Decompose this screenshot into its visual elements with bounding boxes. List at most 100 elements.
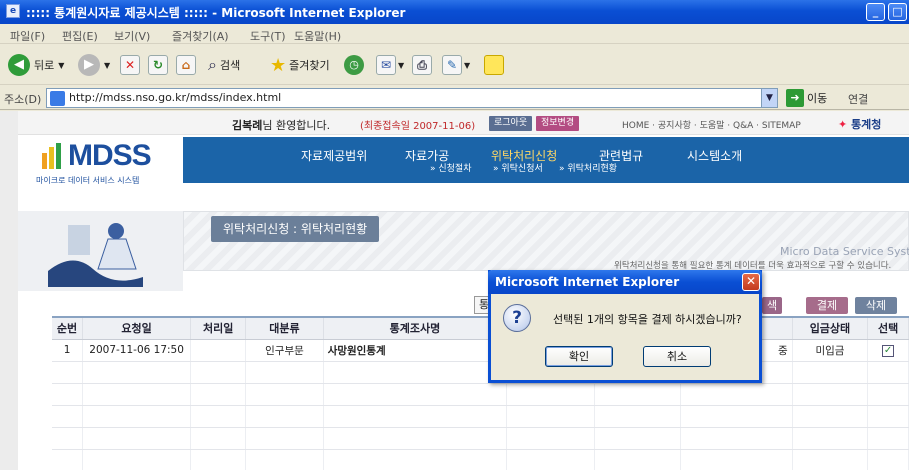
col-proc-date: 처리일 — [190, 316, 247, 340]
cell-empty — [245, 405, 324, 428]
messenger-button[interactable] — [484, 54, 504, 76]
cell-empty — [52, 405, 84, 428]
chevron-down-icon: ▼ — [58, 60, 65, 70]
edit-button[interactable]: ✎ ▼ — [442, 54, 470, 76]
search-button[interactable]: ⌕ 검색 — [208, 54, 240, 76]
back-button[interactable]: ◀ 뒤로 ▼ — [8, 54, 64, 76]
col-category: 대분류 — [245, 316, 324, 340]
menu-favorites[interactable]: 즐겨찾기(A) — [172, 28, 229, 44]
col-survey: 통계조사명 — [323, 316, 508, 340]
cell-empty — [82, 405, 192, 428]
mail-button[interactable]: ✉ ▼ — [376, 54, 404, 76]
cell-empty — [245, 361, 324, 384]
back-arrow-icon: ◀ — [8, 54, 30, 76]
toolbar: ◀ 뒤로 ▼ ▶ ▼ ✕ ↻ ⌂ ⌕ 검색 ★ 즐겨찾기 ◷ ✉ ▼ ⎙ ✎ ▼ — [0, 45, 909, 85]
cell-empty — [792, 449, 869, 470]
forward-arrow-icon: ▶ — [78, 54, 100, 76]
history-button[interactable]: ◷ — [344, 54, 364, 76]
cell-empty — [190, 449, 247, 470]
print-button[interactable]: ⎙ — [412, 54, 432, 76]
dialog-message: 선택된 1개의 항목을 결제 하시겠습니까? — [553, 313, 742, 326]
forward-button[interactable]: ▶ ▼ — [78, 54, 110, 76]
select-checkbox[interactable]: ✓ — [882, 344, 895, 357]
col-payment: 입금상태 — [792, 316, 869, 340]
banner-english: Micro Data Service System — [780, 245, 909, 258]
section-title: 위탁처리신청 : 위탁처리현황 — [211, 216, 380, 242]
question-icon: ? — [503, 304, 531, 332]
table-row[interactable]: 1 2007-11-06 17:50 인구부문 사망원인통계 중 미입금 ✓ — [52, 339, 909, 362]
illustration-icon — [18, 211, 183, 291]
note-icon — [484, 55, 504, 75]
search-button[interactable]: 색 — [762, 297, 782, 314]
cell-empty — [867, 361, 909, 384]
sub-nav: » 신청절차 » 위탁신청서 » 위탁처리현황 — [425, 155, 909, 179]
refresh-button[interactable]: ↻ — [148, 54, 168, 76]
cell-empty — [792, 405, 869, 428]
menu-file[interactable]: 파일(F) — [10, 28, 45, 44]
browser-window: e ::::: 통계원시자료 제공시스템 ::::: - Microsoft I… — [0, 0, 909, 470]
nav-item-scope[interactable]: 자료제공범위 — [301, 147, 367, 164]
address-input[interactable]: http://mdss.nso.go.kr/mdss/index.html ▼ — [46, 88, 778, 108]
table-row — [52, 427, 909, 450]
chevron-down-icon[interactable]: ▼ — [761, 89, 777, 107]
menu-bar: 파일(F) 편집(E) 보기(V) 즐겨찾기(A) 도구(T) 도움말(H) — [0, 24, 909, 44]
cell-survey[interactable]: 사망원인통계 — [323, 339, 508, 362]
site-logo[interactable]: MDSS 마이크로 데이터 서비스 시스템 — [36, 139, 180, 187]
edit-icon: ✎ — [442, 55, 462, 75]
chevron-down-icon: ▼ — [104, 60, 111, 70]
welcome-text: 김복례님 환영합니다. — [232, 117, 330, 133]
links-button[interactable]: 연결 — [848, 91, 868, 107]
close-icon[interactable]: ✕ — [742, 273, 760, 291]
cell-empty — [506, 449, 595, 470]
menu-help[interactable]: 도움말(H) — [294, 28, 341, 44]
subnav-form[interactable]: » 위탁신청서 — [493, 161, 543, 174]
top-links[interactable]: HOME · 공지사항 · 도움말 · Q&A · SITEMAP — [622, 118, 801, 131]
web-page: 김복례님 환영합니다. (최종접속일 2007-11-06) 로그아웃 정보변경… — [0, 111, 909, 470]
address-bar: 주소(D) http://mdss.nso.go.kr/mdss/index.h… — [0, 86, 909, 110]
cell-empty — [680, 449, 793, 470]
cell-empty — [323, 449, 508, 470]
menu-view[interactable]: 보기(V) — [114, 28, 150, 44]
favorites-button[interactable]: ★ 즐겨찾기 — [270, 54, 330, 76]
cell-empty — [680, 405, 793, 428]
menu-edit[interactable]: 편집(E) — [62, 28, 98, 44]
cell-empty — [594, 405, 681, 428]
title-bar: e ::::: 통계원시자료 제공시스템 ::::: - Microsoft I… — [0, 0, 909, 24]
cancel-button[interactable]: 취소 — [643, 346, 711, 367]
cell-empty — [323, 427, 508, 450]
stop-button[interactable]: ✕ — [120, 54, 140, 76]
subnav-status[interactable]: » 위탁처리현황 — [559, 161, 617, 174]
ok-button[interactable]: 확인 — [545, 346, 613, 367]
cell-empty — [82, 383, 192, 406]
history-icon: ◷ — [344, 55, 364, 75]
subnav-procedure[interactable]: » 신청절차 — [430, 161, 472, 174]
table-header-row: 순번 요청일 처리일 대분류 통계조사명 입금상태 선택 — [52, 316, 909, 340]
cell-empty — [680, 383, 793, 406]
minimize-button[interactable]: _ — [866, 3, 885, 21]
home-icon: ⌂ — [176, 55, 196, 75]
home-button[interactable]: ⌂ — [176, 54, 196, 76]
cell-empty — [594, 383, 681, 406]
delete-button[interactable]: 삭제 — [855, 297, 897, 314]
cell-proc-date — [190, 339, 247, 362]
logout-button[interactable]: 로그아웃 — [489, 116, 533, 131]
stop-icon: ✕ — [120, 55, 140, 75]
maximize-button[interactable]: □ — [888, 3, 907, 21]
cell-empty — [82, 427, 192, 450]
chevron-down-icon: ▼ — [464, 60, 471, 70]
cell-empty — [82, 449, 192, 470]
info-change-button[interactable]: 정보변경 — [536, 116, 580, 131]
menu-tools[interactable]: 도구(T) — [250, 28, 286, 44]
go-button[interactable]: ➜ 이동 — [786, 89, 827, 107]
left-gutter — [0, 111, 18, 470]
cell-empty — [867, 383, 909, 406]
search-label: 검색 — [219, 59, 241, 72]
cell-req-date: 2007-11-06 17:50 — [82, 339, 192, 362]
cell-empty — [680, 427, 793, 450]
pay-button[interactable]: 결제 — [806, 297, 848, 314]
mail-icon: ✉ — [376, 55, 396, 75]
go-label: 이동 — [807, 92, 828, 105]
col-req-date: 요청일 — [82, 316, 192, 340]
cell-empty — [792, 383, 869, 406]
table-row — [52, 405, 909, 428]
